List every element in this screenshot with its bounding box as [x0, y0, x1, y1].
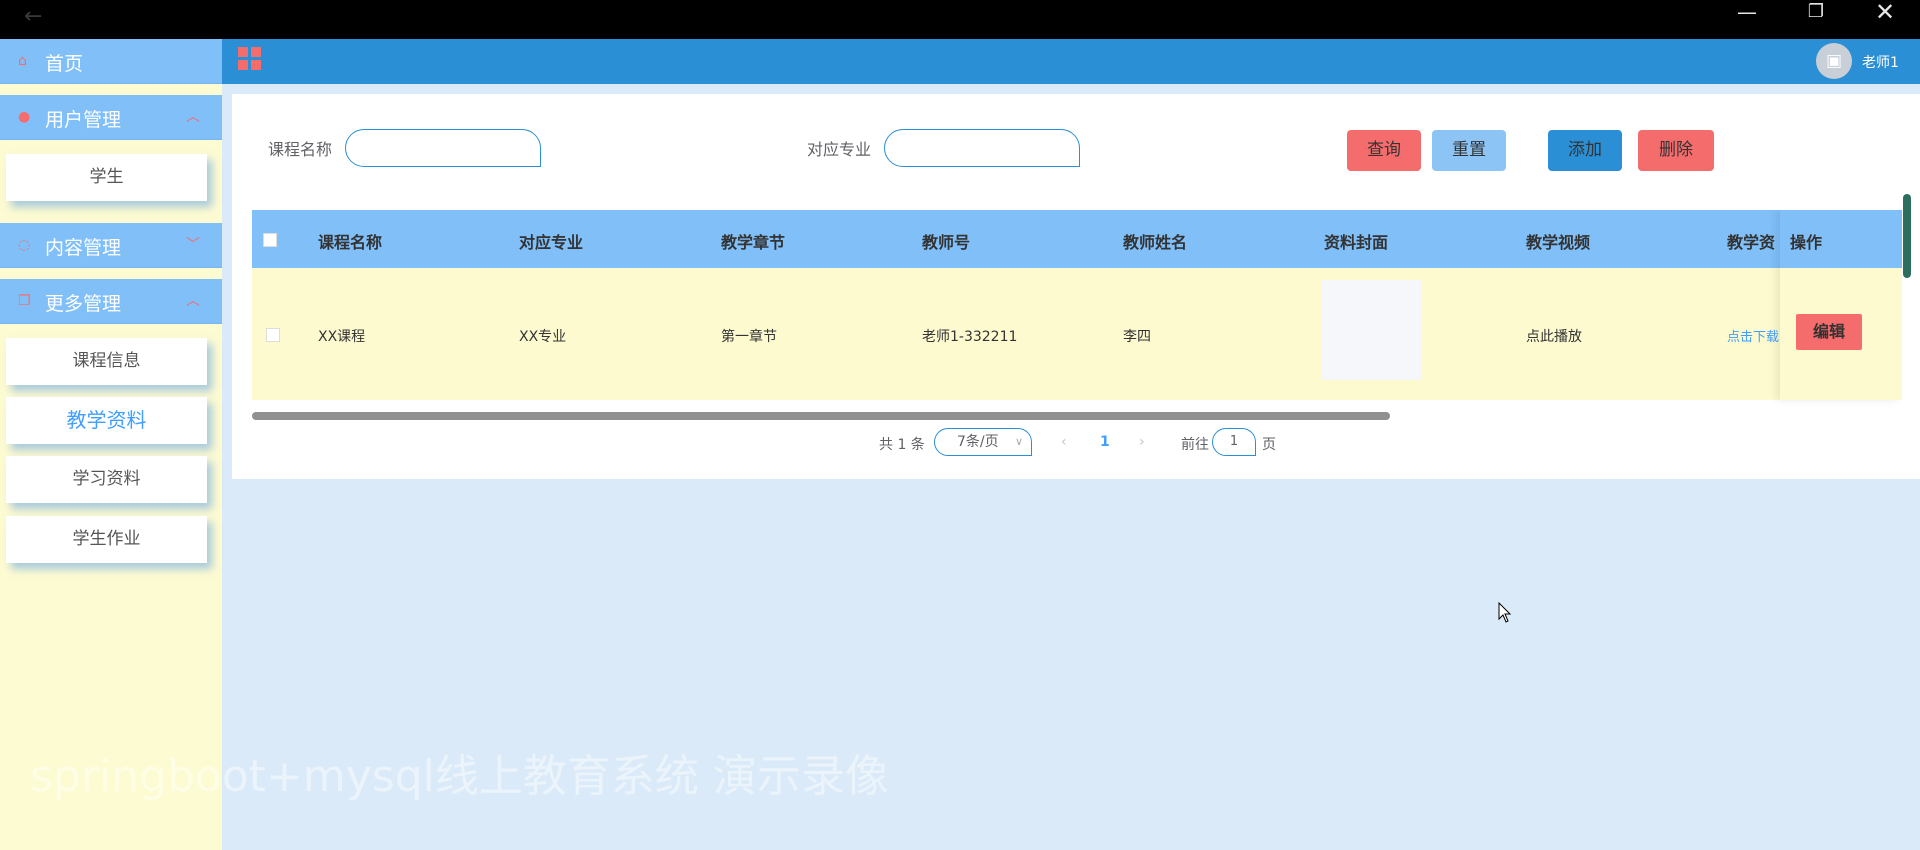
sidebar-group-label: 内容管理: [45, 237, 122, 259]
table-row[interactable]: XX课程 XX专业 第一章节 老师1-332211 李四 点此播放 点击下载: [252, 268, 1902, 400]
sidebar-item-home[interactable]: ⌂ 首页: [0, 39, 222, 84]
table-header: 课程名称 对应专业 教学章节 教师号 教师姓名 资料封面 教学视频 教学资: [252, 210, 1902, 268]
row-checkbox[interactable]: [266, 328, 280, 342]
main-content: 课程名称 对应专业 查询 重置 添加 删除 课程名称 对应专业 教学章节 教师号…: [232, 94, 1920, 479]
vertical-scrollbar-thumb[interactable]: [1903, 194, 1911, 278]
course-name-label: 课程名称: [268, 140, 333, 159]
operations-header: 操作: [1780, 210, 1902, 268]
page-number[interactable]: 1: [1100, 434, 1110, 450]
chevron-up-icon: ︿: [186, 293, 200, 309]
user-icon: ●: [18, 109, 31, 125]
mouse-cursor-icon: [1498, 602, 1512, 623]
horizontal-scrollbar[interactable]: [252, 400, 1902, 426]
page-size-select[interactable]: 7条/页 ∨: [934, 428, 1032, 456]
download-link[interactable]: 点击下载: [1727, 326, 1779, 345]
data-table: 课程名称 对应专业 教学章节 教师号 教师姓名 资料封面 教学视频 教学资 XX…: [252, 210, 1902, 426]
goto-page-input[interactable]: 1: [1212, 428, 1256, 456]
sidebar-group-content-management[interactable]: ◌ 内容管理 ﹀: [0, 223, 222, 268]
cell-teacher-no: 老师1-332211: [922, 329, 1018, 345]
major-label: 对应专业: [807, 140, 872, 159]
avatar[interactable]: ▣: [1816, 43, 1852, 79]
reset-button[interactable]: 重置: [1432, 130, 1506, 171]
column-header[interactable]: 教师号: [922, 229, 970, 253]
course-name-input[interactable]: [345, 129, 541, 167]
next-page-icon[interactable]: ›: [1139, 434, 1145, 450]
cell-major: XX专业: [519, 329, 567, 345]
delete-button[interactable]: 删除: [1638, 130, 1714, 171]
query-button[interactable]: 查询: [1347, 130, 1421, 171]
column-header[interactable]: 课程名称: [318, 229, 382, 253]
video-watermark: springboot+mysql线上教育系统 演示录像: [30, 751, 889, 802]
minimize-icon[interactable]: —: [1716, 0, 1778, 39]
column-header[interactable]: 教学资: [1727, 229, 1775, 253]
chevron-down-icon: ∨: [1014, 435, 1023, 448]
cell-chapter: 第一章节: [721, 329, 777, 345]
sidebar-item-teaching-materials[interactable]: 教学资料: [6, 397, 207, 444]
image-icon: ▣: [1825, 51, 1843, 71]
sidebar-group-label: 更多管理: [45, 293, 122, 315]
home-icon: ⌂: [18, 53, 27, 69]
edit-button[interactable]: 编辑: [1796, 314, 1862, 350]
goto-label: 前往: [1181, 437, 1209, 453]
sidebar-item-learning-materials[interactable]: 学习资料: [6, 456, 207, 503]
chevron-down-icon: ﹀: [186, 237, 200, 253]
play-video-link[interactable]: 点此播放: [1526, 326, 1582, 346]
sidebar-group-more-management[interactable]: ❐ 更多管理 ︿: [0, 279, 222, 324]
select-all-checkbox[interactable]: [263, 233, 277, 247]
operations-column: 操作 编辑: [1780, 210, 1902, 400]
add-button[interactable]: 添加: [1548, 130, 1622, 171]
material-cover-image[interactable]: [1322, 280, 1422, 380]
back-arrow-icon[interactable]: ←: [24, 4, 42, 29]
column-header[interactable]: 对应专业: [519, 229, 583, 253]
chat-icon: ◌: [18, 237, 31, 253]
sidebar-item-students[interactable]: 学生: [6, 154, 207, 201]
prev-page-icon[interactable]: ‹: [1061, 434, 1067, 450]
grid-icon[interactable]: [238, 47, 262, 71]
sidebar-group-label: 用户管理: [45, 109, 122, 131]
page-unit-label: 页: [1262, 437, 1276, 453]
horizontal-scrollbar-thumb[interactable]: [252, 412, 1390, 420]
sidebar-item-label: 首页: [45, 53, 84, 75]
column-header[interactable]: 教师姓名: [1123, 229, 1187, 253]
page-size-value: 7条/页: [957, 434, 999, 450]
cell-course-name: XX课程: [318, 329, 366, 345]
column-header[interactable]: 教学视频: [1526, 229, 1590, 253]
sidebar-group-user-management[interactable]: ● 用户管理 ︿: [0, 95, 222, 140]
sidebar: ⌂ 首页 ● 用户管理 ︿ 学生 ◌ 内容管理 ﹀ ❐ 更多管理 ︿ 课程信息 …: [0, 39, 222, 850]
top-header: ▣ 老师1: [222, 39, 1920, 84]
copy-icon: ❐: [18, 293, 31, 309]
column-header: 操作: [1790, 233, 1823, 252]
column-header[interactable]: 资料封面: [1324, 229, 1388, 253]
operations-cell: 编辑: [1780, 268, 1902, 400]
maximize-icon[interactable]: ❐: [1785, 0, 1847, 39]
close-icon[interactable]: ✕: [1854, 0, 1916, 39]
sidebar-item-student-homework[interactable]: 学生作业: [6, 516, 207, 563]
user-name[interactable]: 老师1: [1862, 52, 1899, 72]
chevron-up-icon: ︿: [186, 109, 200, 125]
total-count: 共 1 条: [879, 437, 925, 453]
cell-teacher-name: 李四: [1123, 329, 1151, 345]
window-titlebar: ← — ❐ ✕: [0, 0, 1920, 39]
major-input[interactable]: [884, 129, 1080, 167]
column-header[interactable]: 教学章节: [721, 229, 785, 253]
sidebar-item-course-info[interactable]: 课程信息: [6, 338, 207, 385]
